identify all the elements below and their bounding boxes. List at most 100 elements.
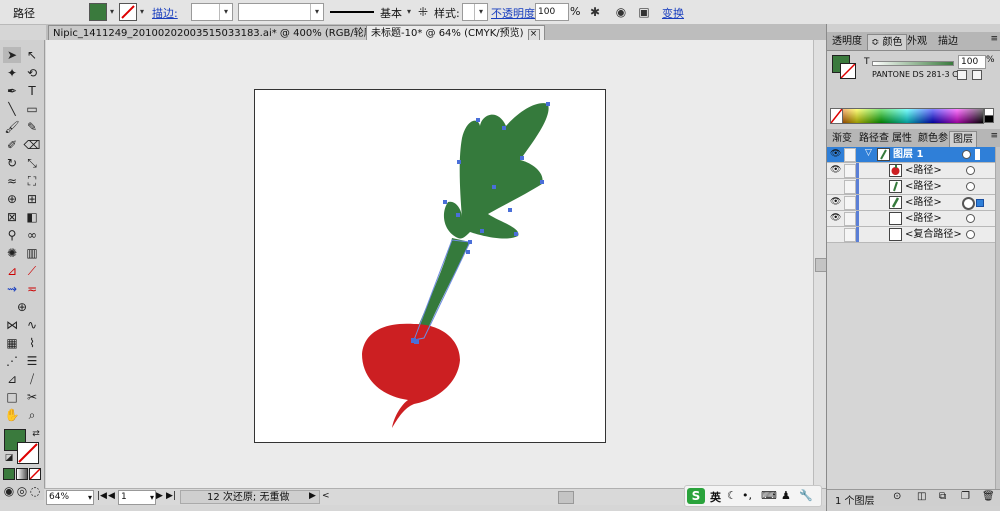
target-selected-icon[interactable]: [962, 197, 975, 210]
clipping-mask-icon[interactable]: ◫: [917, 491, 926, 502]
lock-toggle[interactable]: [844, 180, 856, 194]
layer-item-name: <路径>: [905, 197, 942, 208]
layer-item-row[interactable]: <路径>: [827, 179, 995, 195]
next-page-icon[interactable]: ▶: [156, 491, 163, 501]
layer-item-row[interactable]: <复合路径>: [827, 227, 995, 243]
tab-color-guide[interactable]: 颜色参: [915, 131, 951, 146]
swatch-name: PANTONE DS 281-3 C: [872, 70, 958, 79]
selection-indicator[interactable]: [976, 199, 984, 207]
wrench-icon[interactable]: 🔧: [799, 489, 813, 502]
page-dropdown[interactable]: 1 ▾: [118, 490, 156, 505]
radish-thumbnail-icon: [891, 165, 900, 175]
layer-thumbnail: [889, 212, 902, 225]
color-stroke-swatch[interactable]: [840, 63, 856, 79]
lock-toggle[interactable]: [844, 148, 856, 162]
user-icon[interactable]: ♟: [781, 489, 791, 502]
target-circle-icon[interactable]: [966, 182, 975, 191]
lock-toggle[interactable]: [844, 164, 856, 178]
lock-toggle[interactable]: [844, 196, 856, 210]
layers-footer: 1 个图层 ⊙ ◫ ⧉ ❐ 🗑: [827, 489, 1000, 507]
radish-stem[interactable]: [414, 238, 470, 338]
tint-slider[interactable]: [872, 61, 954, 66]
eye-icon[interactable]: 👁: [830, 165, 841, 176]
tab-color[interactable]: ≎ 颜色: [867, 34, 907, 50]
radish-leaves[interactable]: [443, 103, 549, 239]
target-circle-icon[interactable]: [966, 166, 975, 175]
layer-color-bar: [856, 163, 859, 178]
trash-icon[interactable]: 🗑: [982, 491, 995, 502]
tab-transparency[interactable]: 透明度: [829, 34, 865, 49]
new-layer-icon[interactable]: ❐: [961, 491, 970, 502]
ime-toolbar[interactable]: S 英 ☾ •, ⌨ ♟ 🔧: [684, 485, 822, 507]
scroll-left-icon[interactable]: <: [322, 491, 330, 501]
panel-menu-icon[interactable]: ≡: [990, 34, 998, 44]
percent-sign: %: [986, 55, 995, 65]
layer-color-bar: [856, 211, 859, 226]
first-page-icon[interactable]: |◀: [97, 491, 107, 501]
color-panel-tabs: 透明度 ≎ 颜色 外观 描边 ≡: [827, 32, 1000, 51]
layer-thumbnail: [889, 180, 902, 193]
eye-icon[interactable]: 👁: [830, 213, 841, 224]
web-safe-icon[interactable]: [972, 70, 982, 80]
layer-thumbnail: [889, 164, 902, 177]
layers-scrollbar[interactable]: [995, 147, 1000, 489]
history-status: 12 次还原; 无重做: [180, 490, 320, 504]
new-sublayer-icon[interactable]: ⧉: [939, 491, 946, 502]
last-page-icon[interactable]: ▶|: [166, 491, 176, 501]
layers-panel-tabs: 渐变 路径查 属性 颜色参 图层 ≡: [827, 129, 1000, 148]
stem-thumbnail-icon: [893, 181, 898, 192]
layer-color-bar: [856, 195, 859, 210]
horizontal-scroll-thumb[interactable]: [558, 491, 574, 504]
leaf-thumbnail-icon: [880, 149, 887, 160]
layer-thumbnail: [889, 228, 902, 241]
layer-item-name: <复合路径>: [905, 229, 962, 240]
oog-warning-icon[interactable]: [957, 70, 967, 80]
layer-color-bar: [856, 227, 859, 242]
keyboard-icon[interactable]: ⌨: [761, 489, 777, 502]
prev-page-icon[interactable]: ◀: [108, 491, 115, 501]
eye-icon[interactable]: 👁: [830, 149, 841, 160]
sogou-logo-icon: S: [687, 488, 705, 504]
tab-stroke[interactable]: 描边: [935, 34, 961, 49]
panel-menu-icon[interactable]: ≡: [990, 131, 998, 141]
target-circle-icon[interactable]: [966, 214, 975, 223]
vertical-scrollbar[interactable]: [813, 40, 827, 488]
none-color-swatch[interactable]: [830, 108, 843, 124]
ime-language[interactable]: 英: [710, 489, 721, 505]
layer-item-row[interactable]: 👁 <路径>: [827, 211, 995, 227]
tint-input[interactable]: 100: [958, 55, 986, 69]
layer-color-tab: [975, 149, 980, 160]
moon-icon[interactable]: ☾: [727, 489, 737, 502]
target-circle-icon[interactable]: [966, 230, 975, 239]
chevron-down-icon: ▾: [149, 493, 154, 502]
layer-item-name: <路径>: [905, 181, 942, 192]
layer-item-row[interactable]: 👁 <路径>: [827, 163, 995, 179]
layer-row-layer1[interactable]: 👁 ▽ 图层 1: [827, 147, 995, 163]
page-value: 1: [121, 492, 127, 502]
zoom-dropdown[interactable]: 64% ▾: [46, 490, 94, 505]
lock-toggle[interactable]: [844, 212, 856, 226]
tab-gradient[interactable]: 渐变: [829, 131, 855, 146]
lock-toggle[interactable]: [844, 228, 856, 242]
locate-object-icon[interactable]: ⊙: [893, 491, 901, 502]
eye-hidden-placeholder[interactable]: [830, 229, 841, 240]
tint-label: T: [864, 57, 870, 67]
punctuation-icon[interactable]: •,: [742, 489, 752, 502]
eye-icon[interactable]: 👁: [830, 197, 841, 208]
tab-appearance[interactable]: 外观: [904, 34, 930, 49]
color-spectrum[interactable]: [830, 108, 984, 124]
status-menu-icon[interactable]: ▶: [309, 491, 316, 501]
layer-thumbnail: [889, 196, 902, 209]
target-circle-icon[interactable]: [962, 150, 971, 159]
tab-attributes[interactable]: 属性: [889, 131, 915, 146]
layer-item-row-selected[interactable]: 👁 <路径>: [827, 195, 995, 211]
layer-name: 图层 1: [893, 149, 924, 160]
no-stroke-icon: [840, 63, 856, 79]
disclosure-triangle-icon[interactable]: ▽: [865, 148, 872, 158]
right-panels: 透明度 ≎ 颜色 外观 描边 ≡ T 100 % PANTONE DS 281-…: [826, 24, 1000, 511]
black-swatch[interactable]: [984, 115, 994, 123]
eye-hidden-placeholder[interactable]: [830, 181, 841, 192]
layer-thumbnail: [877, 148, 890, 161]
tab-pathfinder[interactable]: 路径查: [856, 131, 892, 146]
tab-layers[interactable]: 图层: [949, 131, 977, 147]
